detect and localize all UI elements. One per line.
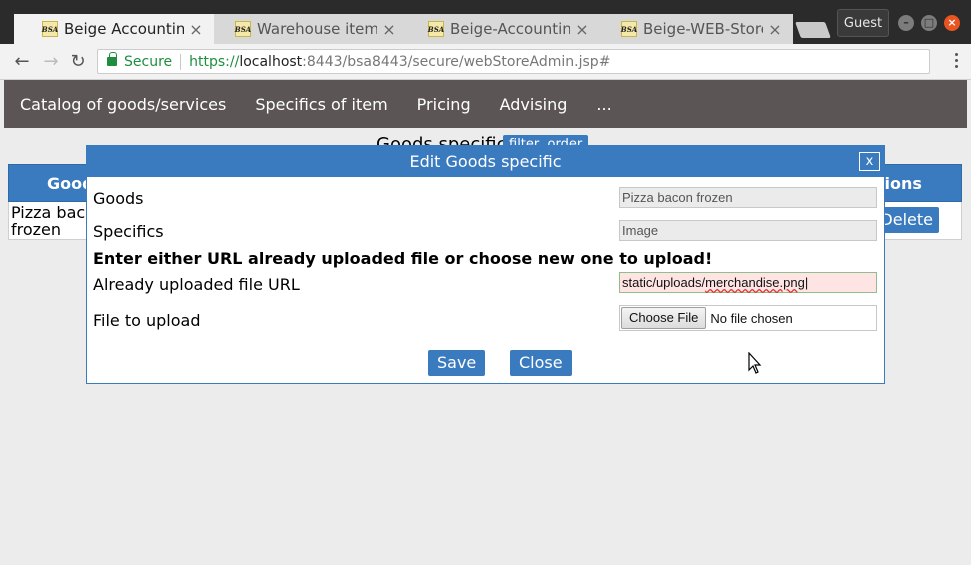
choose-file-button[interactable]: Choose File	[621, 307, 707, 329]
nav-catalog[interactable]: Catalog of goods/services	[20, 95, 226, 114]
omnibox-divider	[180, 53, 182, 70]
mouse-cursor-icon	[748, 352, 762, 374]
upload-instruction: Enter either URL already uploaded file o…	[93, 249, 713, 268]
nav-specifics[interactable]: Specifics of item	[255, 95, 387, 114]
tab-title: Warehouse items J	[257, 20, 377, 38]
lock-icon	[107, 52, 117, 66]
tab-beige-web-store[interactable]: BSA Beige-WEB-Store ×	[593, 14, 793, 44]
browser-window: BSA Beige Accounting × BSA Warehouse ite…	[0, 0, 971, 565]
tab-title: Beige-Accounting	[450, 20, 570, 38]
maximize-icon[interactable]: □	[921, 15, 937, 31]
profile-guest-button[interactable]: Guest	[837, 9, 889, 37]
tab-warehouse-items[interactable]: BSA Warehouse items J ×	[207, 14, 407, 44]
no-file-chosen-text: No file chosen	[710, 310, 793, 326]
text-caret: |	[804, 275, 809, 290]
close-tab-icon[interactable]: ×	[574, 20, 590, 39]
close-tab-icon[interactable]: ×	[188, 20, 204, 39]
tab-beige-accounting-2[interactable]: BSA Beige-Accounting ×	[400, 14, 600, 44]
cell-goods-line2: frozen	[11, 220, 62, 239]
url-path: :8443/bsa8443/secure/webStoreAdmin.jsp#	[302, 53, 611, 70]
address-bar[interactable]: Secure https:// localhost :8443/bsa8443/…	[97, 49, 930, 74]
back-arrow-icon[interactable]: ←	[11, 51, 33, 73]
dialog-close-x-button[interactable]: x	[859, 152, 880, 171]
uploaded-url-label: Already uploaded file URL	[93, 275, 300, 294]
window-close-icon[interactable]: ×	[944, 15, 960, 31]
tab-title: Beige Accounting	[64, 20, 184, 38]
nav-pricing[interactable]: Pricing	[417, 95, 471, 114]
close-button[interactable]: Close	[510, 350, 572, 376]
browser-menu-icon[interactable]	[955, 53, 959, 71]
tab-beige-accounting[interactable]: BSA Beige Accounting ×	[14, 14, 214, 45]
close-tab-icon[interactable]: ×	[381, 20, 397, 39]
bsa-favicon-icon: BSA	[428, 21, 444, 37]
tab-strip: BSA Beige Accounting × BSA Warehouse ite…	[0, 0, 971, 45]
new-tab-button[interactable]	[795, 22, 831, 38]
file-upload-input[interactable]: Choose File No file chosen	[619, 305, 877, 331]
edit-goods-specific-dialog: Edit Goods specific x Goods Pizza bacon …	[86, 145, 885, 384]
goods-field[interactable]: Pizza bacon frozen	[619, 187, 877, 208]
url-scheme: https://	[189, 53, 240, 70]
bsa-favicon-icon: BSA	[235, 21, 251, 37]
goods-label: Goods	[93, 189, 144, 208]
nav-more[interactable]: ...	[596, 95, 611, 114]
url-prefix: static/uploads/	[622, 275, 706, 290]
specifics-label: Specifics	[93, 222, 164, 241]
specifics-field[interactable]: Image	[619, 220, 877, 241]
tab-title: Beige-WEB-Store	[643, 20, 763, 38]
save-button[interactable]: Save	[428, 350, 486, 376]
app-nav-bar: Catalog of goods/services Specifics of i…	[4, 80, 967, 128]
secure-label: Secure	[124, 53, 173, 70]
url-filename: merchandise.png	[705, 275, 805, 290]
close-tab-icon[interactable]: ×	[767, 20, 783, 39]
dialog-title: Edit Goods specific	[409, 152, 562, 171]
uploaded-url-input[interactable]: static/uploads/merchandise.png|	[619, 272, 877, 293]
reload-icon[interactable]: ↻	[67, 51, 89, 73]
nav-advising[interactable]: Advising	[500, 95, 568, 114]
browser-toolbar: ← → ↻ Secure https:// localhost :8443/bs…	[0, 44, 971, 80]
url-host: localhost	[239, 53, 303, 70]
forward-arrow-icon[interactable]: →	[40, 51, 62, 73]
bsa-favicon-icon: BSA	[621, 21, 637, 37]
file-upload-label: File to upload	[93, 311, 201, 330]
dialog-header: Edit Goods specific x	[87, 146, 884, 177]
minimize-icon[interactable]: –	[898, 15, 914, 31]
bsa-favicon-icon: BSA	[42, 21, 58, 37]
